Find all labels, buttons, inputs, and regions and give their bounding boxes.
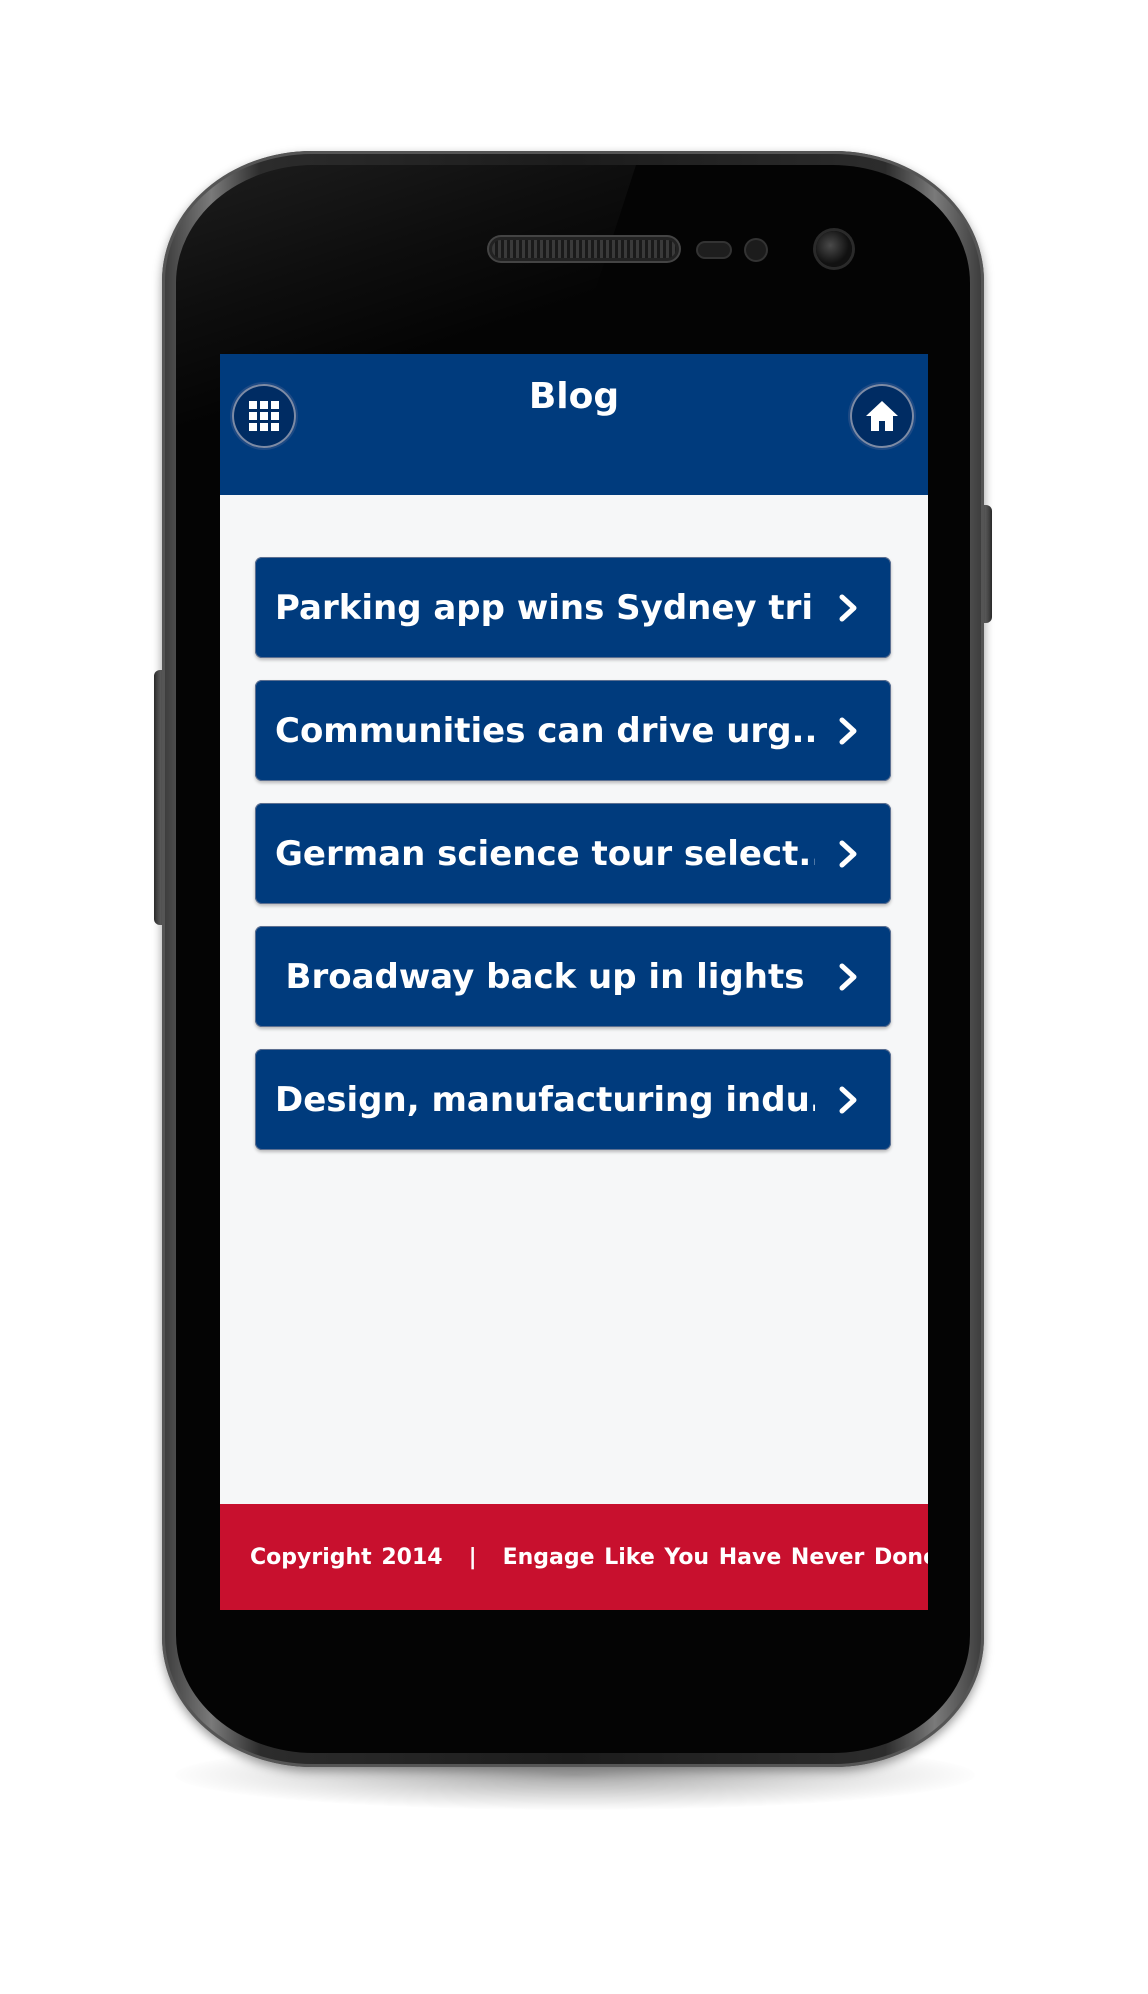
front-camera	[816, 231, 852, 267]
blog-post-list: Parking app wins Sydney tri... Communiti…	[255, 557, 891, 1172]
blog-post-title: Communities can drive urg...	[275, 710, 815, 751]
app-screen: Blog Parking app wins Sydney tri... Comm…	[220, 354, 928, 1610]
footer-separator: |	[468, 1544, 477, 1570]
chevron-right-icon	[839, 594, 857, 622]
blog-post-title: Parking app wins Sydney tri...	[275, 587, 815, 628]
footer-tagline: Engage Like You Have Never Done Before	[502, 1544, 928, 1570]
proximity-sensor	[698, 243, 730, 257]
earpiece-speaker	[492, 240, 676, 258]
chevron-right-icon	[839, 1086, 857, 1114]
blog-post-title: Broadway back up in lights	[285, 956, 805, 997]
blog-post-item[interactable]: German science tour select...	[255, 803, 891, 904]
footer-text: Copyright 2014 | Engage Like You Have Neve…	[220, 1545, 928, 1570]
app-header: Blog	[220, 354, 928, 495]
blog-post-title: Design, manufacturing indu...	[275, 1079, 815, 1120]
home-icon	[866, 401, 898, 431]
app-footer: Copyright 2014 | Engage Like You Have Neve…	[220, 1504, 928, 1610]
page-title: Blog	[528, 376, 620, 417]
blog-post-item[interactable]: Broadway back up in lights	[255, 926, 891, 1027]
chevron-right-icon	[839, 963, 857, 991]
blog-post-item[interactable]: Parking app wins Sydney tri...	[255, 557, 891, 658]
home-button[interactable]	[850, 384, 914, 448]
chevron-right-icon	[839, 717, 857, 745]
blog-post-item[interactable]: Communities can drive urg...	[255, 680, 891, 781]
chevron-right-icon	[839, 840, 857, 868]
blog-post-item[interactable]: Design, manufacturing indu...	[255, 1049, 891, 1150]
blog-post-title: German science tour select...	[275, 833, 815, 874]
copyright-text: Copyright 2014	[250, 1544, 443, 1570]
light-sensor	[746, 240, 766, 260]
device-mockup: Blog Parking app wins Sydney tri... Comm…	[0, 0, 1148, 1994]
